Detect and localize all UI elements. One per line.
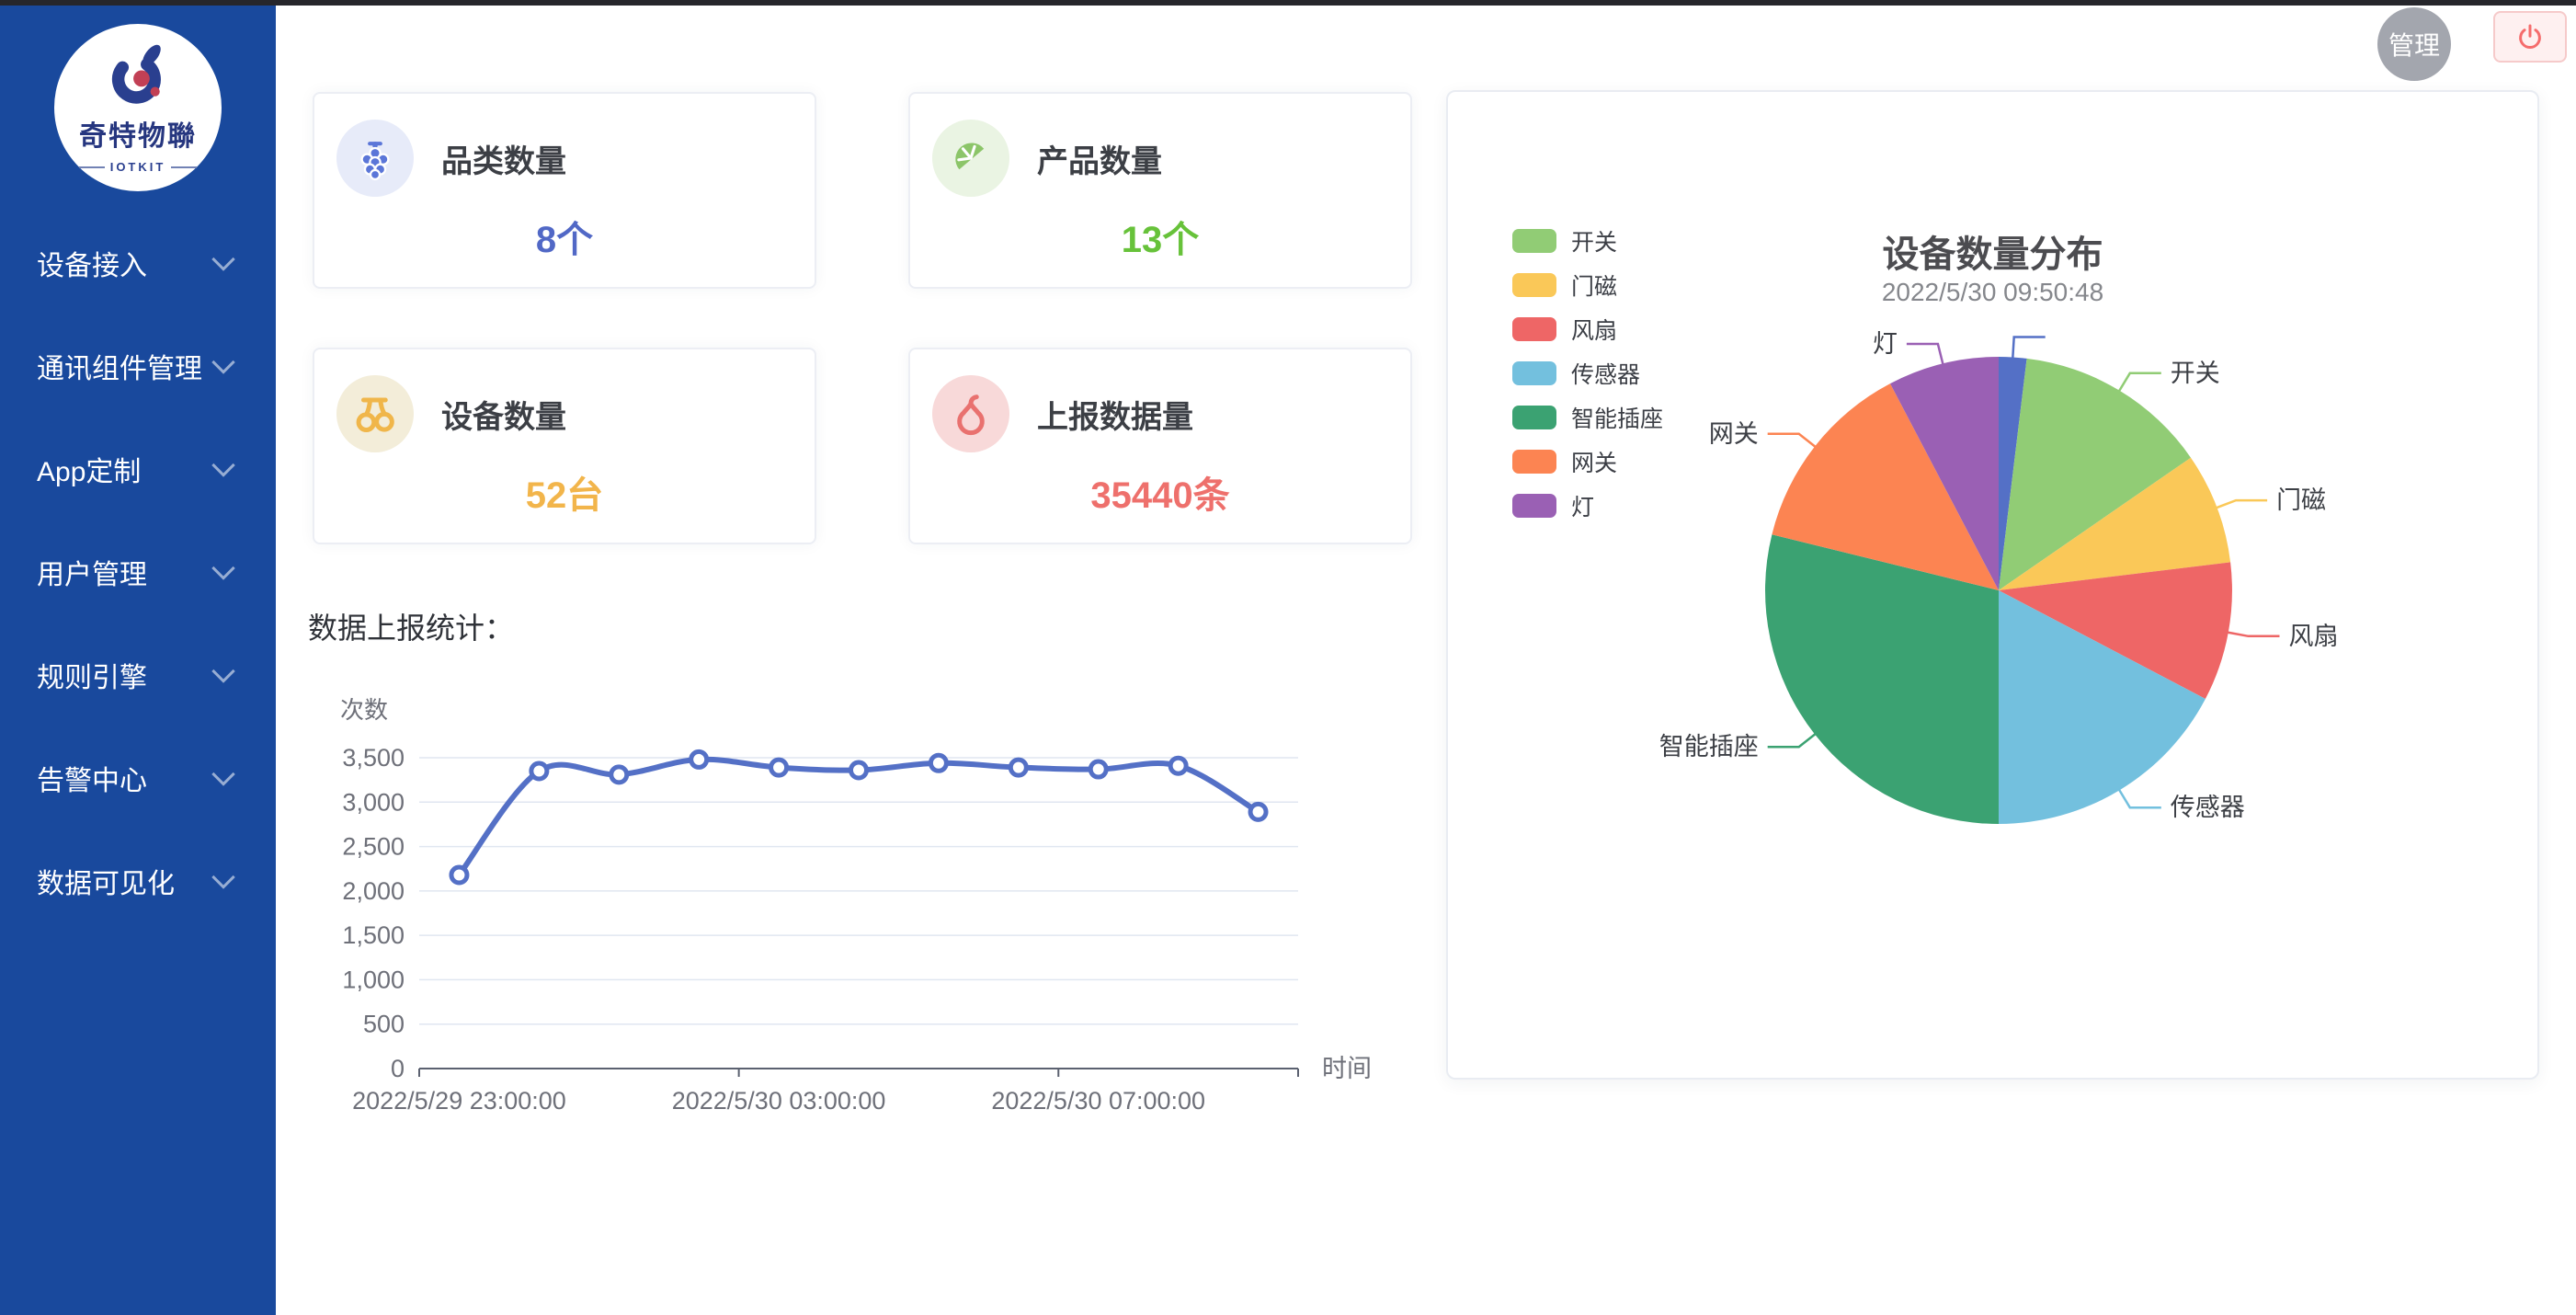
svg-text:2,500: 2,500: [342, 833, 405, 861]
pear-icon: [932, 375, 1009, 452]
svg-text:0: 0: [391, 1055, 405, 1082]
sidebar-item-data-visualization[interactable]: 数据可见化: [0, 829, 276, 932]
window-top-strip: [0, 0, 2576, 6]
pie-slice-label: 灯: [1873, 330, 1898, 358]
sidebar-item-label: 用户管理: [37, 552, 147, 592]
svg-text:500: 500: [363, 1011, 405, 1038]
chevron-down-icon: [211, 453, 234, 476]
lemon-slice-icon: [932, 120, 1009, 197]
svg-text:时间: 时间: [1322, 1055, 1372, 1082]
line-chart: 0 500 1,000 1,500 2,000 2,500 3,000 3,500 次数时间 20…: [303, 685, 1388, 1126]
grapes-icon: [336, 120, 414, 197]
stat-card-report-count: 上报数据量 35440条: [908, 348, 1412, 544]
chevron-down-icon: [211, 659, 234, 682]
stat-card-product-count: 产品数量 13个: [908, 92, 1412, 289]
avatar[interactable]: 管理: [2377, 7, 2451, 81]
svg-text:次数: 次数: [340, 696, 388, 724]
sidebar-item-comm-component-mgmt[interactable]: 通讯组件管理: [0, 314, 276, 417]
sidebar-item-alarm-center[interactable]: 告警中心: [0, 726, 276, 829]
logout-button[interactable]: [2493, 11, 2567, 63]
svg-text:2022/5/30 07:00:00: 2022/5/30 07:00:00: [991, 1087, 1205, 1115]
svg-text:2022/5/30 03:00:00: 2022/5/30 03:00:00: [672, 1087, 886, 1115]
chevron-down-icon: [211, 865, 234, 888]
pie-chart: 开关门磁风扇传感器 智能插座 网关 灯: [1448, 92, 2541, 1081]
stat-value: 8个: [314, 210, 815, 263]
sidebar: 奇特物聯 IOTKIT 设备接入通讯组件管理 App定制用户管理规则引擎告警中心数…: [0, 6, 276, 1315]
stat-value: 35440条: [910, 465, 1410, 519]
sidebar-item-user-mgmt[interactable]: 用户管理: [0, 520, 276, 623]
stat-card-category-count: 品类数量 8个: [313, 92, 816, 289]
pie-slice-label: 传感器: [2171, 794, 2245, 821]
stat-label: 品类数量: [441, 136, 566, 181]
stat-label: 上报数据量: [1037, 392, 1193, 437]
pie-slice-label: 网关: [1709, 420, 1759, 448]
svg-text:2022/5/29 23:00:00: 2022/5/29 23:00:00: [352, 1087, 566, 1115]
svg-text:1,500: 1,500: [342, 921, 405, 949]
pie-slice-label: 风扇: [2288, 623, 2338, 650]
cherry-icon: [336, 375, 414, 452]
rabbit-logo-icon: [103, 41, 173, 111]
sidebar-item-label: 设备接入: [37, 243, 147, 283]
avatar-label: 管理: [2388, 26, 2440, 63]
device-distribution-panel: 设备数量分布 2022/5/30 09:50:48 开关门磁风扇传感器智能插座网…: [1446, 90, 2539, 1080]
stat-card-device-count: 设备数量 52台: [313, 348, 816, 544]
stat-value: 13个: [910, 210, 1410, 263]
brand-subtitle: IOTKIT: [79, 160, 197, 174]
brand-title: 奇特物聯: [79, 113, 197, 154]
sidebar-item-app-custom[interactable]: App定制: [0, 417, 276, 520]
pie-slice-label: 开关: [2171, 360, 2220, 387]
brand-logo: 奇特物聯 IOTKIT: [54, 24, 222, 191]
stat-label: 设备数量: [441, 392, 566, 437]
report-section-heading: 数据上报统计：: [308, 605, 514, 647]
sidebar-item-rule-engine[interactable]: 规则引擎: [0, 623, 276, 726]
svg-text:2,000: 2,000: [342, 877, 405, 905]
chevron-down-icon: [211, 350, 234, 373]
sidebar-item-label: App定制: [37, 449, 141, 489]
sidebar-item-label: 数据可见化: [37, 861, 175, 901]
iot-dashboard: 奇特物聯 IOTKIT 设备接入通讯组件管理App定制用户管理规则引擎告警中心数…: [0, 0, 2576, 1315]
pie-slice-label: 门磁: [2276, 486, 2326, 514]
sidebar-item-device-access[interactable]: 设备接入: [0, 212, 276, 314]
stat-value: 52台: [314, 465, 815, 519]
sidebar-nav: 设备接入通讯组件管理 App定制用户管理规则引擎告警中心数据可见化: [0, 212, 276, 932]
pie-slice-label: 智能插座: [1659, 733, 1759, 760]
svg-text:3,500: 3,500: [342, 744, 405, 772]
svg-text:3,000: 3,000: [342, 788, 405, 816]
chevron-down-icon: [211, 556, 234, 579]
svg-text:1,000: 1,000: [342, 966, 405, 993]
chevron-down-icon: [211, 762, 234, 785]
sidebar-item-label: 通讯组件管理: [37, 346, 202, 386]
chevron-down-icon: [211, 247, 234, 270]
sidebar-item-label: 告警中心: [37, 758, 147, 798]
sidebar-item-label: 规则引擎: [37, 655, 147, 695]
stat-label: 产品数量: [1037, 136, 1162, 181]
power-icon: [2516, 23, 2544, 51]
